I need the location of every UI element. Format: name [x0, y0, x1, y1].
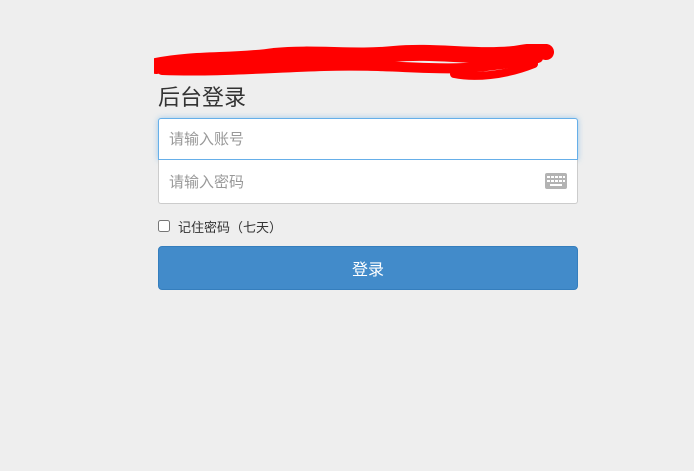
- keyboard-icon[interactable]: [545, 173, 567, 189]
- remember-label: 记住密码（七天）: [178, 220, 283, 236]
- login-page: 后台登录 请输入账号 记住密码（七天） 登录: [0, 0, 694, 471]
- login-form: 后台登录 请输入账号 记住密码（七天） 登录: [154, 44, 578, 290]
- title-block: 后台登录: [154, 44, 578, 111]
- login-button[interactable]: 登录: [158, 246, 578, 290]
- username-field[interactable]: [158, 118, 578, 160]
- password-field[interactable]: [158, 160, 578, 204]
- username-input[interactable]: [159, 119, 577, 159]
- remember-row[interactable]: 记住密码（七天）: [158, 218, 578, 236]
- password-input[interactable]: [159, 160, 577, 203]
- remember-checkbox[interactable]: [158, 220, 170, 232]
- redaction-scribble: [154, 44, 554, 80]
- page-title: 后台登录: [158, 86, 247, 111]
